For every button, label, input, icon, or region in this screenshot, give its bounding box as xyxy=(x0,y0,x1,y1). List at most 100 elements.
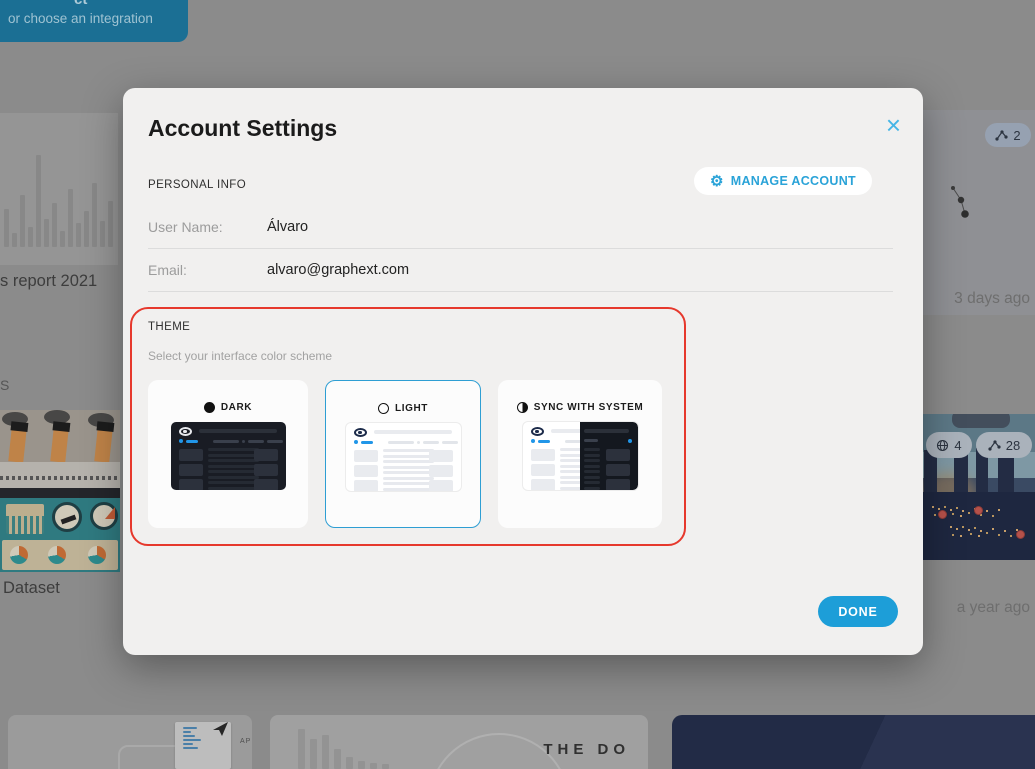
dataset-card-title: Dataset xyxy=(3,579,60,597)
manage-account-button[interactable]: ⚙ MANAGE ACCOUNT xyxy=(693,167,872,195)
card-timestamp: 3 days ago xyxy=(954,290,1030,307)
decor xyxy=(207,448,259,451)
decor xyxy=(537,439,550,443)
decor xyxy=(605,449,630,461)
decor xyxy=(993,439,997,444)
decor xyxy=(422,440,439,444)
decor xyxy=(207,448,259,490)
decor xyxy=(185,439,198,443)
decor xyxy=(605,464,630,476)
theme-option-dark[interactable]: DARK xyxy=(148,380,308,528)
email-value[interactable]: alvaro@graphext.com xyxy=(267,262,409,278)
personal-info-label: PERSONAL INFO xyxy=(148,179,247,191)
decor: DARK xyxy=(148,402,308,413)
decor xyxy=(178,439,183,443)
network-count-badge: 28 xyxy=(976,432,1032,458)
decor xyxy=(428,465,453,477)
decor xyxy=(353,480,378,491)
decor xyxy=(44,219,49,247)
decor xyxy=(68,189,73,247)
decor xyxy=(207,464,259,468)
decor xyxy=(370,763,377,769)
decor xyxy=(90,502,118,530)
decor xyxy=(382,471,434,474)
eye-logo-icon xyxy=(178,427,192,436)
close-icon[interactable]: × xyxy=(886,112,901,138)
decor xyxy=(920,492,1035,560)
card-timestamp: a year ago xyxy=(956,599,1030,616)
bottom-card-left: AP xyxy=(8,715,252,769)
theme-label: THEME xyxy=(148,321,191,333)
decor xyxy=(428,450,453,491)
decor xyxy=(441,440,458,444)
decor xyxy=(360,440,373,444)
decor xyxy=(92,183,97,247)
decor xyxy=(266,439,283,443)
decor xyxy=(353,450,378,462)
decor xyxy=(213,722,228,736)
theme-option-light[interactable]: LIGHT xyxy=(325,380,481,528)
decor xyxy=(382,449,434,491)
decor xyxy=(584,448,600,451)
gear-icon: ⚙ xyxy=(709,172,724,190)
username-value[interactable]: Álvaro xyxy=(267,219,308,235)
decor xyxy=(207,453,259,457)
light-radio-icon xyxy=(378,403,389,414)
decor xyxy=(241,439,245,443)
decor xyxy=(36,155,41,247)
decor xyxy=(178,439,283,443)
decor xyxy=(253,449,278,490)
decor xyxy=(605,479,630,490)
light-option-label: LIGHT xyxy=(395,403,428,414)
decor xyxy=(88,546,106,564)
decor xyxy=(584,481,600,484)
decor xyxy=(183,739,201,741)
manage-account-label: MANAGE ACCOUNT xyxy=(730,174,856,188)
app-screen: ct or choose an integration s report 202… xyxy=(0,0,1035,769)
decor xyxy=(0,476,120,480)
decor xyxy=(322,735,329,769)
integration-banner: ct or choose an integration xyxy=(0,0,188,42)
decor xyxy=(207,481,259,484)
decor xyxy=(76,223,81,247)
decor xyxy=(183,731,191,733)
decor xyxy=(627,439,632,443)
decor xyxy=(530,464,555,476)
badge-count: 2 xyxy=(1013,127,1021,143)
decor xyxy=(353,440,458,444)
decor xyxy=(108,201,113,247)
decor: SYNC WITH SYSTEM xyxy=(498,402,662,413)
done-button[interactable]: DONE xyxy=(818,596,898,627)
decor xyxy=(584,439,598,442)
decor xyxy=(938,510,947,519)
decor xyxy=(353,450,378,491)
decor xyxy=(52,502,82,532)
decor xyxy=(346,757,353,769)
decor xyxy=(334,749,341,769)
theme-option-sync-with-system[interactable]: SYNC WITH SYSTEM xyxy=(498,380,662,528)
decor xyxy=(995,136,999,141)
decor xyxy=(382,449,434,452)
decor xyxy=(198,429,277,433)
theme-options: DARK LIGHT SYNC WITH SYSTEM xyxy=(148,380,662,528)
decor xyxy=(50,427,69,463)
decor xyxy=(988,446,992,451)
decor xyxy=(0,462,120,488)
decor xyxy=(212,439,239,443)
decor xyxy=(584,459,600,462)
decor xyxy=(207,459,259,462)
decor xyxy=(178,464,203,476)
mini-card-label: AP xyxy=(240,738,252,745)
decor xyxy=(6,504,44,534)
network-icon xyxy=(995,129,1008,141)
decor xyxy=(382,764,389,769)
decor xyxy=(428,480,453,491)
badge-count: 28 xyxy=(1005,437,1021,453)
recent-project-card: 2 xyxy=(923,110,1035,315)
badge-count: 4 xyxy=(954,437,962,453)
decor xyxy=(298,729,305,769)
sync-option-label: SYNC WITH SYSTEM xyxy=(533,402,644,413)
decor xyxy=(183,747,198,749)
decor xyxy=(530,449,555,490)
eye-logo-icon xyxy=(353,428,367,437)
